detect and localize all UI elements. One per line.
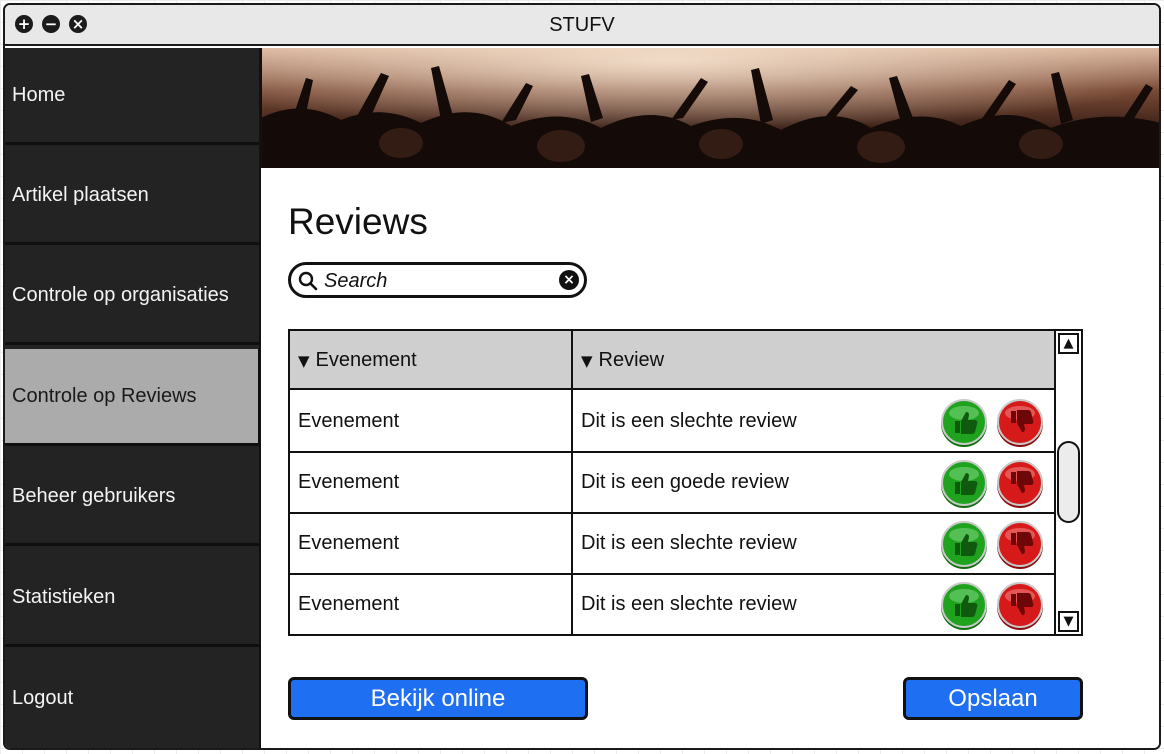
column-header-label: Evenement [315, 349, 417, 371]
clear-icon[interactable]: × [559, 270, 579, 290]
sidebar: Home Artikel plaatsen Controle op organi… [5, 48, 261, 748]
scroll-down-icon[interactable]: ▼ [1058, 611, 1079, 632]
event-cell: Evenement [298, 410, 400, 432]
thumbs-up-icon[interactable] [938, 580, 990, 632]
page-title: Reviews [288, 201, 428, 242]
event-cell: Evenement [298, 532, 400, 554]
sidebar-item-statistieken[interactable]: Statistieken [5, 550, 261, 647]
thumbs-up-icon[interactable] [938, 519, 990, 571]
thumbs-up-icon[interactable] [938, 397, 990, 449]
table-row: Evenement Dit is een slechte review [290, 514, 1054, 575]
sidebar-item-home[interactable]: Home [5, 48, 261, 145]
column-header-evenement[interactable]: ▼ Evenement [290, 331, 571, 390]
window-title: STUFV [549, 14, 615, 36]
reviews-table: ▼ Evenement ▼ Review Evenement Dit is ee… [288, 329, 1083, 636]
sidebar-item-label: Controle op organisaties [12, 283, 229, 306]
sidebar-item-controle-reviews[interactable]: Controle op Reviews [5, 349, 261, 446]
app-window: + − × STUFV Home Artikel plaatsen Contro… [3, 3, 1161, 750]
search-bar[interactable]: × [288, 262, 587, 298]
sidebar-item-label: Logout [12, 687, 74, 709]
event-cell: Evenement [298, 471, 400, 493]
title-bar: + − × STUFV [5, 5, 1159, 46]
scroll-thumb[interactable] [1057, 441, 1080, 523]
sidebar-item-label: Beheer gebruikers [12, 484, 176, 507]
concert-crowd-banner [261, 48, 1159, 168]
thumbs-down-icon[interactable] [994, 580, 1046, 632]
sidebar-item-logout[interactable]: Logout [5, 650, 261, 747]
table-row: Evenement Dit is een goede review [290, 453, 1054, 514]
review-cell: Dit is een slechte review [581, 410, 797, 432]
column-divider [571, 331, 573, 634]
sidebar-item-beheer-gebruikers[interactable]: Beheer gebruikers [5, 449, 261, 546]
sort-arrow-icon: ▼ [581, 351, 593, 370]
thumbs-down-icon[interactable] [994, 458, 1046, 510]
sidebar-item-label: Home [12, 83, 66, 106]
column-header-review[interactable]: ▼ Review [573, 331, 1053, 390]
table-row: Evenement Dit is een slechte review [290, 575, 1054, 636]
column-header-label: Review [598, 349, 665, 371]
thumbs-down-icon[interactable] [994, 397, 1046, 449]
sidebar-item-artikel-plaatsen[interactable]: Artikel plaatsen [5, 148, 261, 245]
review-cell: Dit is een goede review [581, 471, 789, 493]
event-cell: Evenement [298, 593, 400, 615]
scroll-up-icon[interactable]: ▲ [1058, 333, 1079, 354]
sidebar-item-label: Controle op Reviews [12, 384, 197, 407]
search-icon [298, 271, 318, 291]
table-scrollbar[interactable]: ▲ ▼ [1054, 331, 1081, 634]
table-row: Evenement Dit is een slechte review [290, 392, 1054, 453]
sort-arrow-icon: ▼ [298, 351, 310, 370]
thumbs-down-icon[interactable] [994, 519, 1046, 571]
view-online-button[interactable]: Bekijk online [288, 677, 588, 720]
thumbs-up-icon[interactable] [938, 458, 990, 510]
review-cell: Dit is een slechte review [581, 532, 797, 554]
sidebar-item-label: Statistieken [12, 585, 116, 608]
search-input[interactable] [324, 269, 554, 293]
main-content: Reviews × ▼ Evenement ▼ Review [261, 168, 1159, 748]
sidebar-item-controle-organisaties[interactable]: Controle op organisaties [5, 248, 261, 345]
sidebar-item-label: Artikel plaatsen [12, 183, 149, 206]
save-button[interactable]: Opslaan [903, 677, 1083, 720]
review-cell: Dit is een slechte review [581, 593, 797, 615]
table-header: ▼ Evenement ▼ Review [290, 331, 1054, 390]
